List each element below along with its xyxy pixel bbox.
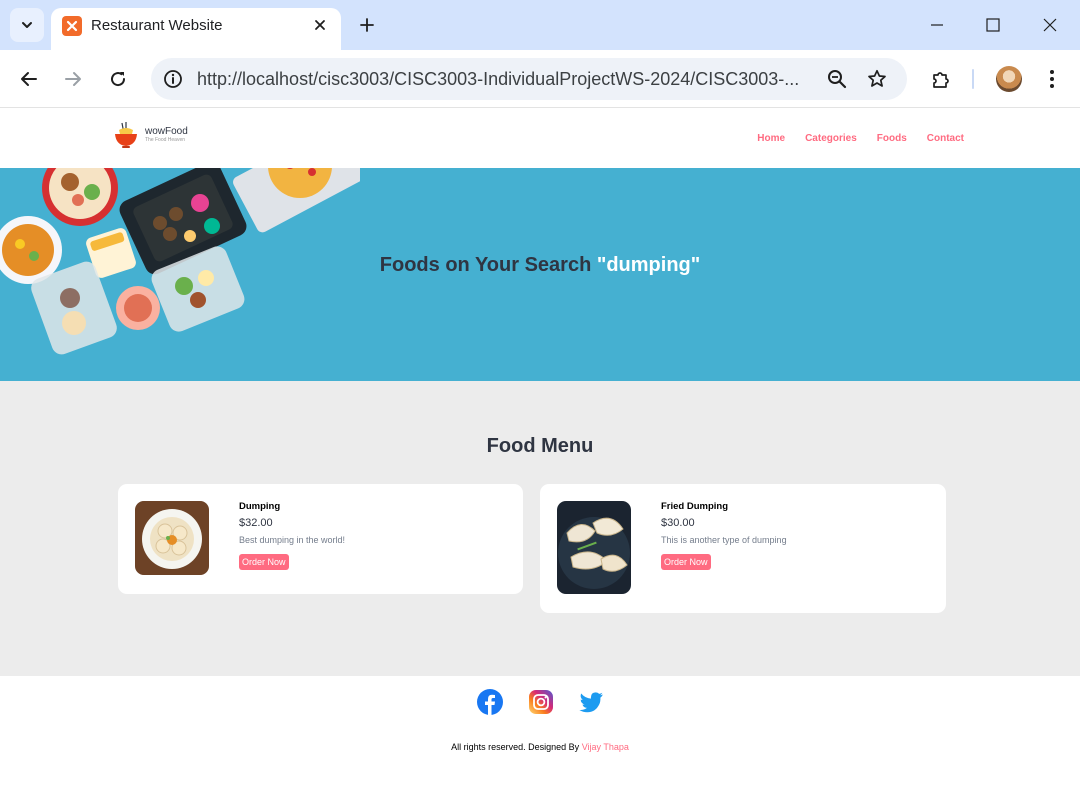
browser-tab-bar: Restaurant Website — [0, 0, 1080, 50]
arrow-right-icon — [65, 72, 81, 86]
copyright-text: All rights reserved. Designed By Vijay T… — [0, 742, 1080, 752]
arrow-left-icon — [21, 72, 37, 86]
food-card: Dumping $32.00 Best dumping in the world… — [118, 484, 523, 594]
nav-link-home[interactable]: Home — [757, 133, 785, 144]
minimize-icon — [931, 24, 943, 26]
main-menu: Home Categories Foods Contact — [757, 133, 964, 144]
logo-tagline: The Food Heaven — [145, 137, 186, 143]
nav-link-contact[interactable]: Contact — [927, 133, 964, 144]
facebook-icon[interactable] — [477, 689, 503, 715]
maximize-icon — [986, 18, 1000, 32]
food-search-hero: Foods on Your Search "dumping" — [0, 168, 1080, 381]
copyright-prefix: All rights reserved. Designed By — [451, 742, 580, 752]
minimize-button[interactable] — [922, 10, 952, 40]
food-name: Dumping — [239, 501, 281, 512]
reload-icon — [111, 72, 126, 87]
site-footer: All rights reserved. Designed By Vijay T… — [0, 676, 1080, 800]
author-link[interactable]: Vijay Thapa — [582, 742, 629, 752]
nav-link-categories[interactable]: Categories — [805, 133, 857, 144]
twitter-icon[interactable] — [578, 689, 604, 715]
bookmark-star-icon[interactable] — [865, 67, 889, 91]
close-window-button[interactable] — [1035, 10, 1065, 40]
url-text[interactable]: http://localhost/cisc3003/CISC3003-Indiv… — [197, 69, 827, 90]
food-info: Dumping $32.00 Best dumping in the world… — [239, 501, 345, 570]
more-vertical-icon — [1050, 70, 1054, 88]
search-result-title: Foods on Your Search "dumping" — [0, 254, 1080, 277]
food-image — [557, 501, 631, 594]
profile-avatar[interactable] — [996, 66, 1022, 92]
food-bowl-icon — [115, 122, 137, 148]
close-icon — [1043, 18, 1057, 32]
food-price: $30.00 — [661, 517, 695, 529]
food-image — [135, 501, 209, 575]
site-navbar: wowFood The Food Heaven Home Categories … — [0, 109, 1080, 168]
forward-button[interactable] — [57, 63, 89, 95]
food-menu-section: Food Menu Dumping $32.00 Best dumping in… — [0, 381, 1080, 676]
instagram-icon[interactable] — [528, 689, 554, 715]
chevron-down-icon — [22, 22, 32, 28]
order-now-button[interactable]: Order Now — [661, 554, 711, 570]
zoom-icon[interactable] — [825, 67, 849, 91]
puzzle-icon — [933, 72, 949, 88]
extensions-button[interactable] — [925, 63, 957, 95]
search-query: "dumping" — [596, 254, 701, 276]
xampp-favicon-icon — [62, 16, 82, 36]
logo-name: wowFood — [145, 126, 188, 137]
address-bar[interactable]: http://localhost/cisc3003/CISC3003-Indiv… — [151, 58, 907, 100]
browser-tab[interactable]: Restaurant Website — [51, 8, 341, 50]
food-description: Best dumping in the world! — [239, 535, 346, 545]
new-tab-button[interactable] — [354, 12, 380, 38]
plus-icon — [360, 18, 374, 32]
nav-link-foods[interactable]: Foods — [877, 133, 907, 144]
food-menu-heading: Food Menu — [486, 435, 594, 457]
order-now-button[interactable]: Order Now — [239, 554, 289, 570]
tab-search-button[interactable] — [10, 8, 44, 42]
site-logo[interactable]: wowFood The Food Heaven — [113, 121, 188, 149]
food-info: Fried Dumping $30.00 This is another typ… — [661, 501, 787, 570]
tab-title: Restaurant Website — [91, 17, 223, 34]
chrome-menu-button[interactable] — [1036, 63, 1068, 95]
food-card: Fried Dumping $30.00 This is another typ… — [540, 484, 946, 613]
back-button[interactable] — [13, 63, 45, 95]
food-name: Fried Dumping — [661, 501, 729, 512]
web-page: wowFood The Food Heaven Home Categories … — [0, 109, 1080, 800]
reload-button[interactable] — [102, 63, 134, 95]
food-description: This is another type of dumping — [661, 535, 787, 545]
search-title-prefix: Foods on Your Search — [379, 254, 592, 276]
site-info-icon[interactable] — [161, 67, 185, 91]
close-tab-icon[interactable] — [309, 14, 331, 36]
browser-toolbar: http://localhost/cisc3003/CISC3003-Indiv… — [0, 50, 1080, 108]
food-price: $32.00 — [239, 517, 273, 529]
toolbar-divider — [972, 69, 974, 89]
maximize-button[interactable] — [978, 10, 1008, 40]
